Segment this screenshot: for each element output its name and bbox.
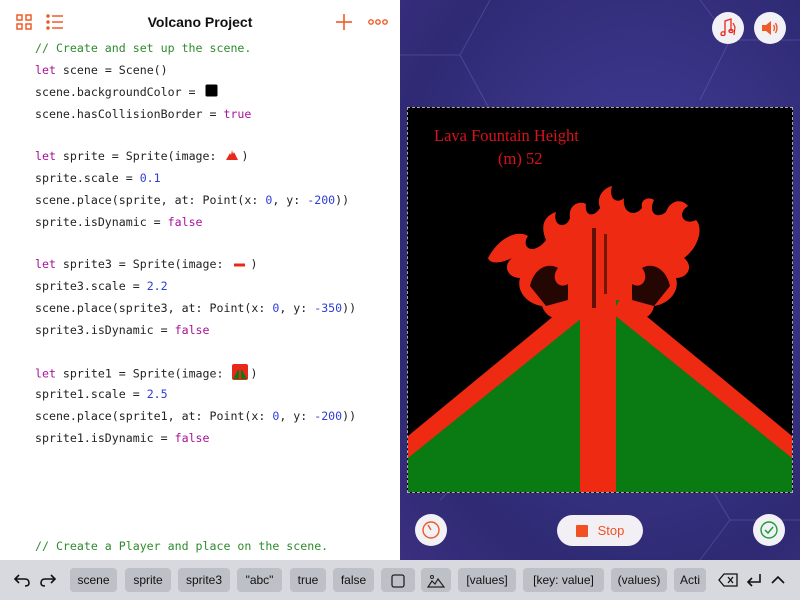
keyword: let [35,366,56,381]
token-dictionary[interactable]: [key: value] [523,568,604,592]
volcano-illustration [408,186,792,492]
code-text: sprite3.scale = [35,279,147,293]
code-line[interactable]: scene.backgroundColor = [35,84,220,100]
token-color[interactable] [381,568,415,592]
code-line[interactable]: let scene = Scene() [35,62,168,78]
more-icon[interactable] [366,10,390,34]
code-line[interactable]: sprite3.scale = 2.2 [35,278,168,294]
lava-bar-image-thumbnail[interactable] [232,257,248,273]
code-text: sprite1 = Sprite(image: [55,366,231,381]
bool-literal: false [174,323,210,337]
code-line[interactable]: sprite1.isDynamic = false [35,430,210,446]
return-icon[interactable] [744,570,764,590]
code-line[interactable]: // Create and set up the scene. [35,40,251,56]
code-editor-pane: Volcano Project // Create and set up the… [0,0,400,560]
code-line[interactable]: // Create a Player and place on the scen… [35,538,328,554]
image-icon [426,574,446,588]
code-text: , y: [279,409,315,423]
check-button[interactable] [753,514,785,546]
code-text: sprite3 = Sprite(image: [55,257,231,271]
stop-icon [575,524,588,537]
token-scene[interactable]: scene [70,568,117,592]
sound-button[interactable] [754,12,786,44]
number-literal: 2.5 [146,387,168,401]
number-literal: 2.2 [146,279,168,293]
scene-label-line-1: Lava Fountain Height [434,126,579,145]
token-sprite[interactable]: sprite [125,568,171,592]
stop-button[interactable]: Stop [557,515,643,546]
number-literal: -200 [314,409,343,423]
code-line[interactable]: scene.place(sprite1, at: Point(x: 0, y: … [35,408,356,424]
code-line[interactable]: sprite3.isDynamic = false [35,322,210,338]
redo-icon[interactable] [38,570,58,590]
code-line[interactable]: scene.place(sprite3, at: Point(x: 0, y: … [35,300,356,316]
number-literal: 0.1 [139,171,161,185]
bool-literal: false [174,431,210,445]
lava-image-thumbnail[interactable] [225,149,239,165]
code-line[interactable]: scene.hasCollisionBorder = true [35,106,251,122]
code-line[interactable]: let sprite3 = Sprite(image: ) [35,256,257,272]
code-line[interactable]: scene.place(sprite, at: Point(x: 0, y: -… [35,192,349,208]
code-text: )) [342,301,357,315]
code-line[interactable]: let sprite1 = Sprite(image: ) [35,364,258,381]
token-string[interactable]: "abc" [237,568,282,592]
bool-literal: false [167,215,203,229]
volcano-image-thumbnail[interactable] [232,364,249,384]
code-text: ) [250,257,258,271]
code-text: , y: [272,193,308,207]
keyword: let [35,149,56,163]
code-text: scene = Scene() [55,63,168,77]
code-text: ) [250,366,258,381]
checkmark-icon [760,521,778,539]
code-text: sprite.scale = [35,171,140,185]
code-line[interactable]: sprite1.scale = 2.5 [35,386,168,402]
code-text: sprite.isDynamic = [35,215,168,229]
token-image[interactable] [421,568,451,592]
number-literal: -200 [307,193,336,207]
code-text: scene.place(sprite1, at: Point(x: [35,409,273,423]
keyword: let [35,63,56,77]
editor-toolbar: Volcano Project [0,0,400,44]
delete-icon[interactable] [718,570,738,590]
code-text: , y: [279,301,315,315]
shortcut-bar: scene sprite sprite3 "abc" true false [v… [0,560,800,600]
code-line[interactable]: sprite.isDynamic = false [35,214,203,230]
music-note-icon [720,18,736,37]
token-array[interactable]: [values] [458,568,516,592]
token-false[interactable]: false [333,568,374,592]
code-text: scene.hasCollisionBorder = [35,107,224,121]
token-sprite3[interactable]: sprite3 [178,568,230,592]
code-text: ) [241,149,249,163]
number-literal: -350 [314,301,343,315]
color-square-icon [391,574,405,588]
code-line[interactable]: let sprite = Sprite(image: ) [35,148,248,164]
bool-literal: true [223,107,252,121]
code-text: scene.backgroundColor = [35,85,203,99]
chevron-up-icon[interactable] [768,570,788,590]
keyword: let [35,257,56,271]
code-text: sprite = Sprite(image: [55,149,224,163]
code-text: sprite3.isDynamic = [35,323,175,337]
stop-label: Stop [597,523,625,538]
token-action[interactable]: Acti [674,568,706,592]
code-text: sprite1.isDynamic = [35,431,175,445]
scene-label-line-2: (m) 52 [498,149,543,168]
code-text: scene.place(sprite3, at: Point(x: [35,301,273,315]
scene-canvas[interactable]: Lava Fountain Height (m) 52 [407,107,793,493]
speed-button[interactable] [415,514,447,546]
token-true[interactable]: true [290,568,326,592]
color-swatch[interactable] [205,84,218,101]
speedometer-icon [422,521,440,539]
plus-icon[interactable] [332,10,356,34]
code-text: )) [342,409,357,423]
speaker-icon [762,21,778,35]
code-text: scene.place(sprite, at: Point(x: [35,193,266,207]
code-text: )) [335,193,350,207]
undo-icon[interactable] [12,570,32,590]
audio-tools-button[interactable] [712,12,744,44]
code-line[interactable]: sprite.scale = 0.1 [35,170,161,186]
code-text: sprite1.scale = [35,387,147,401]
token-tuple[interactable]: (values) [611,568,667,592]
